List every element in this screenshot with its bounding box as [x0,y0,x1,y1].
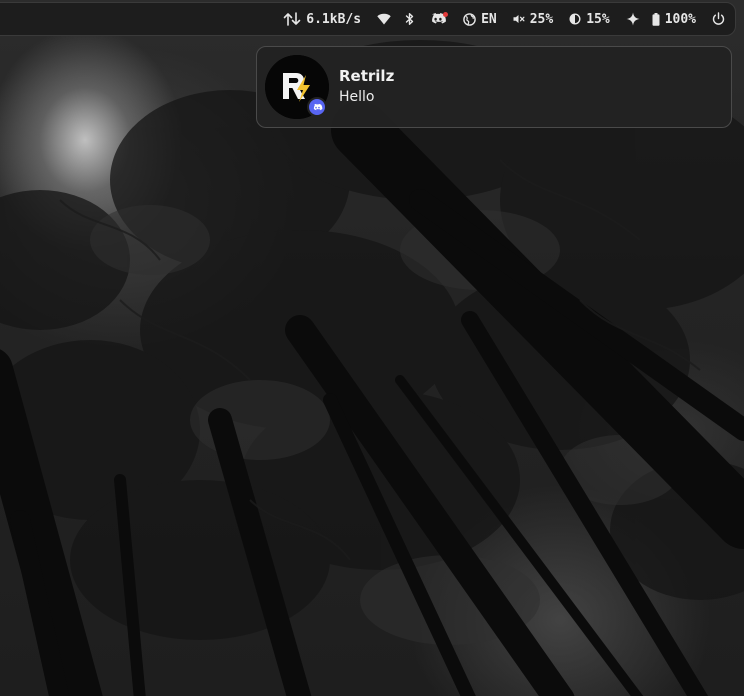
discord-icon [313,103,322,110]
language-value: EN [481,11,497,27]
discord-app-badge [307,97,327,117]
network-speed-value: 6.1kB/s [306,11,362,27]
battery-indicator[interactable]: 100% [652,12,696,27]
top-bar: 6.1kB/s EN 25% 15% 100% [0,2,736,36]
desktop: 6.1kB/s EN 25% 15% 100% Retrilz Hello [0,0,744,696]
globe-icon [463,12,476,26]
volume-indicator[interactable]: 25% [513,12,553,27]
up-down-arrows-icon [283,12,301,26]
bluetooth-icon[interactable] [405,12,415,26]
battery-value: 100% [664,11,696,27]
notification-title: Retrilz [339,67,395,85]
brightness-indicator[interactable]: 15% [569,11,610,27]
discord-unread-dot [443,12,449,17]
discord-icon[interactable] [429,12,449,26]
notification-body: Hello [339,89,375,105]
network-speed-indicator[interactable]: 6.1kB/s [283,12,361,27]
brightness-value: 15% [586,11,610,27]
notification-popup[interactable]: Retrilz Hello [256,46,732,128]
system-tray: 6.1kB/s EN 25% 15% 100% [267,3,725,35]
power-icon[interactable] [712,12,725,26]
wifi-icon[interactable] [377,13,391,25]
volume-value: 25% [529,11,554,27]
battery-icon [652,12,660,26]
speaker-muted-icon [513,14,525,24]
brightness-icon [569,13,581,25]
language-indicator[interactable]: EN [463,12,497,27]
sparkle-icon[interactable] [626,12,640,26]
